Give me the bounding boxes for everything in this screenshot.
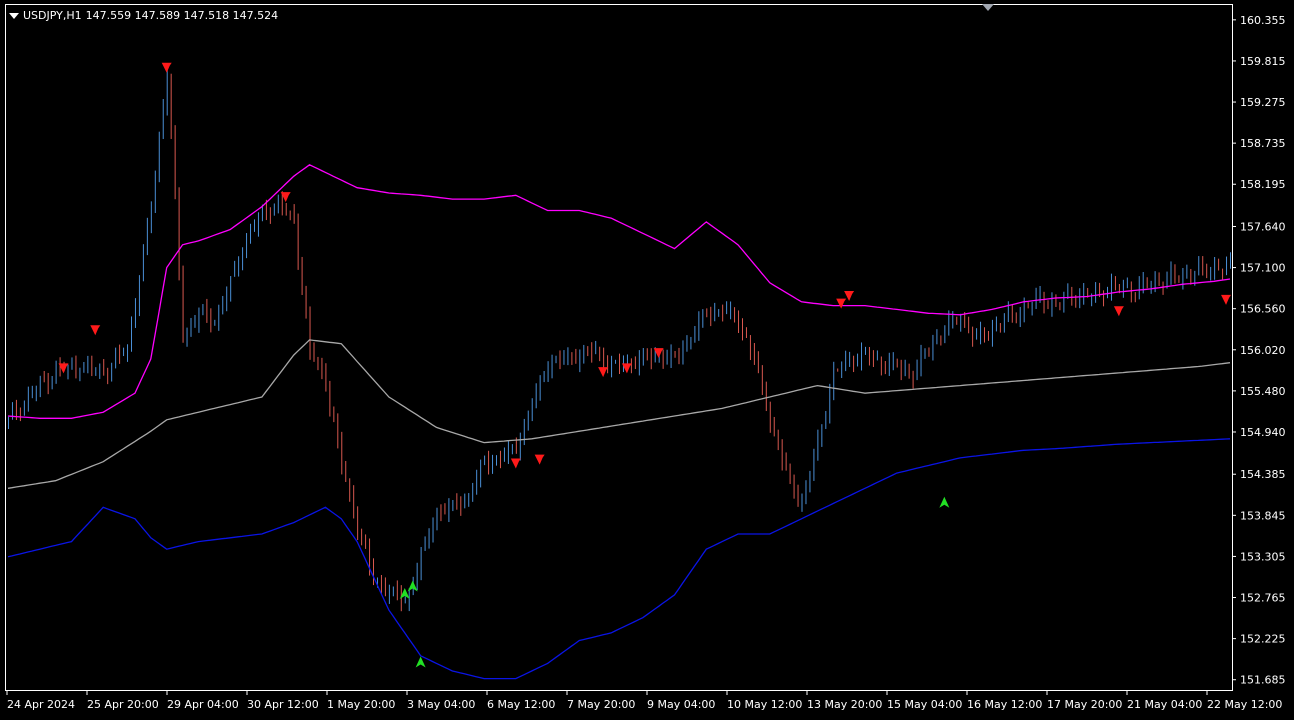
red-arrow-down-icon (598, 367, 609, 378)
x-tick-label: 25 Apr 20:00 (87, 698, 159, 711)
red-arrow-down-icon (90, 325, 101, 336)
y-tick-label: 158.735 (1240, 137, 1286, 150)
x-tick-label: 13 May 20:00 (807, 698, 882, 711)
y-tick-label: 157.640 (1240, 220, 1286, 233)
x-tick-label: 7 May 20:00 (567, 698, 635, 711)
x-tick-label: 3 May 04:00 (407, 698, 475, 711)
y-tick-label: 153.845 (1240, 509, 1286, 522)
y-tick-label: 154.940 (1240, 426, 1286, 439)
x-tick-label: 9 May 04:00 (647, 698, 715, 711)
red-arrow-down-icon (534, 454, 545, 465)
red-arrow-down-icon (1113, 306, 1124, 317)
x-tick-label: 1 May 20:00 (327, 698, 395, 711)
x-tick-label: 29 Apr 04:00 (167, 698, 239, 711)
y-tick-label: 156.560 (1240, 303, 1286, 316)
time-axis: 24 Apr 2024 25 Apr 20:00 29 Apr 04:00 30 Ap… (6, 690, 1282, 711)
chart-window[interactable]: 160.355 159.815 159.275 158.735 158.195 157.6… (0, 0, 1294, 720)
y-tick-label: 154.385 (1240, 468, 1286, 481)
shift-triangle-icon[interactable] (982, 4, 994, 11)
y-tick-label: 151.685 (1240, 674, 1286, 687)
red-arrow-down-icon (161, 62, 172, 73)
red-arrow-down-icon (844, 291, 855, 302)
green-arrow-up-icon (415, 656, 426, 668)
red-arrow-down-icon (1221, 294, 1232, 305)
y-tick-label: 159.275 (1240, 96, 1286, 109)
red-arrow-down-icon (836, 298, 847, 309)
red-arrow-down-icon (510, 458, 521, 469)
lower-band-line (7, 438, 1231, 680)
x-tick-label: 10 May 12:00 (727, 698, 802, 711)
x-tick-label: 21 May 04:00 (1127, 698, 1202, 711)
symbol-timeframe: USDJPY,H1 (23, 9, 82, 22)
x-tick-label: 30 Apr 12:00 (247, 698, 319, 711)
chart-title: USDJPY,H1 147.559 147.589 147.518 147.52… (9, 9, 278, 22)
upper-band-line (7, 164, 1231, 419)
y-tick-label: 155.480 (1240, 385, 1286, 398)
y-tick-label: 157.100 (1240, 262, 1286, 275)
x-tick-label: 15 May 04:00 (887, 698, 962, 711)
price-chart[interactable]: 160.355 159.815 159.275 158.735 158.195 157.6… (0, 0, 1294, 720)
green-arrow-up-icon (939, 496, 950, 508)
y-tick-label: 156.020 (1240, 344, 1286, 357)
x-tick-label: 17 May 20:00 (1047, 698, 1122, 711)
y-tick-label: 158.195 (1240, 178, 1286, 191)
y-tick-label: 160.355 (1240, 14, 1286, 27)
candlestick-series (8, 67, 1231, 612)
signal-arrows (58, 62, 1232, 668)
price-axis: 160.355 159.815 159.275 158.735 158.195 157.6… (1232, 14, 1286, 687)
triangle-down-icon[interactable] (9, 12, 19, 19)
ohlc-values: 147.559 147.589 147.518 147.524 (85, 9, 279, 22)
x-tick-label: 16 May 12:00 (967, 698, 1042, 711)
x-tick-label: 24 Apr 2024 (7, 698, 75, 711)
x-tick-label: 6 May 12:00 (487, 698, 555, 711)
y-tick-label: 153.305 (1240, 550, 1286, 563)
y-tick-label: 152.225 (1240, 633, 1286, 646)
y-tick-label: 152.765 (1240, 592, 1286, 605)
bands-indicator (7, 164, 1231, 680)
y-tick-label: 159.815 (1240, 55, 1286, 68)
plot-border (5, 4, 1233, 691)
x-tick-label: 22 May 12:00 (1207, 698, 1282, 711)
